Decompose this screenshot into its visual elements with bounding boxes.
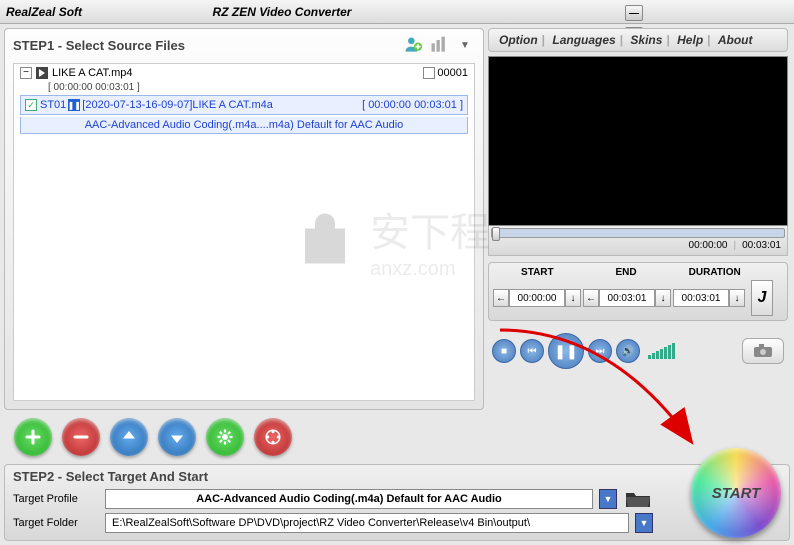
step2-header: STEP2 - Select Target And Start bbox=[13, 469, 781, 484]
dropdown-icon[interactable]: ▼ bbox=[455, 35, 475, 55]
jump-button[interactable]: J bbox=[751, 280, 773, 316]
end-left-button[interactable]: ← bbox=[583, 289, 599, 307]
start-input[interactable] bbox=[509, 289, 565, 307]
profile-field[interactable]: AAC-Advanced Audio Coding(.m4a) Default … bbox=[105, 489, 593, 509]
remove-button[interactable] bbox=[62, 418, 100, 456]
brand-label: RealZeal Soft bbox=[6, 5, 82, 19]
folder-label: Target Folder bbox=[13, 517, 99, 529]
end-input[interactable] bbox=[599, 289, 655, 307]
menu-skins[interactable]: Skins bbox=[630, 33, 662, 47]
file-checkbox[interactable] bbox=[423, 67, 435, 79]
play-pause-button[interactable]: ❚❚ bbox=[548, 333, 584, 369]
app-title: RZ ZEN Video Converter bbox=[82, 5, 482, 19]
folder-field[interactable]: E:\RealZealSoft\Software DP\DVD\project\… bbox=[105, 513, 629, 533]
settings-button[interactable] bbox=[206, 418, 244, 456]
end-label: END bbox=[582, 267, 671, 278]
stream-checkbox[interactable]: ✓ bbox=[25, 99, 37, 111]
folder-dropdown-button[interactable]: ▼ bbox=[635, 513, 653, 533]
add-user-icon[interactable] bbox=[403, 35, 423, 55]
start-right-button[interactable]: ↓ bbox=[565, 289, 581, 307]
stream-time: [ 00:00:00 00:03:01 ] bbox=[362, 99, 463, 111]
file-row[interactable]: − LIKE A CAT.mp4 00001 bbox=[14, 64, 474, 82]
time-total: 00:03:01 bbox=[742, 240, 781, 251]
volume-bars[interactable] bbox=[648, 343, 675, 359]
collapse-icon[interactable]: − bbox=[20, 67, 32, 79]
profile-folder-icon[interactable] bbox=[623, 488, 653, 510]
seek-thumb[interactable] bbox=[492, 227, 500, 241]
start-label: START bbox=[493, 267, 582, 278]
file-time: [ 00:00:00 00:03:01 ] bbox=[14, 82, 474, 93]
start-button-label: START bbox=[696, 453, 776, 533]
stream-name: [2020-07-13-16-09-07]LIKE A CAT.m4a bbox=[82, 99, 273, 111]
volume-button[interactable]: 🔊 bbox=[616, 339, 640, 363]
seek-slider[interactable] bbox=[491, 228, 785, 238]
time-current: 00:00:00 bbox=[689, 240, 728, 251]
pause-icon: ❚❚ bbox=[68, 99, 80, 111]
menu-languages[interactable]: Languages bbox=[552, 33, 615, 47]
move-up-button[interactable] bbox=[110, 418, 148, 456]
start-button[interactable]: START bbox=[691, 448, 781, 538]
duration-label: DURATION bbox=[670, 267, 759, 278]
file-counter: 00001 bbox=[437, 67, 468, 79]
profile-label: Target Profile bbox=[13, 493, 99, 505]
start-left-button[interactable]: ← bbox=[493, 289, 509, 307]
stream-profile: AAC-Advanced Audio Coding(.m4a....m4a) D… bbox=[20, 117, 468, 134]
file-name: LIKE A CAT.mp4 bbox=[52, 67, 133, 79]
menu-help[interactable]: Help bbox=[677, 33, 703, 47]
video-preview bbox=[488, 56, 788, 226]
play-icon bbox=[36, 67, 48, 79]
menu-bar: Option| Languages| Skins| Help| About bbox=[488, 28, 788, 52]
file-list: − LIKE A CAT.mp4 00001 [ 00:00:00 00:03:… bbox=[13, 63, 475, 401]
step1-header: STEP1 - Select Source Files bbox=[13, 38, 185, 53]
menu-about[interactable]: About bbox=[718, 33, 753, 47]
minimize-button[interactable]: — bbox=[625, 5, 643, 21]
add-button[interactable] bbox=[14, 418, 52, 456]
media-button[interactable] bbox=[254, 418, 292, 456]
stream-row[interactable]: ✓ ST01 ❚❚ [2020-07-13-16-09-07]LIKE A CA… bbox=[20, 95, 468, 115]
bars-icon[interactable] bbox=[429, 35, 449, 55]
move-down-button[interactable] bbox=[158, 418, 196, 456]
menu-option[interactable]: Option bbox=[499, 33, 538, 47]
end-right-button[interactable]: ↓ bbox=[655, 289, 671, 307]
prev-button[interactable]: ⏮ bbox=[520, 339, 544, 363]
duration-input[interactable] bbox=[673, 289, 729, 307]
next-button[interactable]: ⏭ bbox=[588, 339, 612, 363]
profile-dropdown-button[interactable]: ▼ bbox=[599, 489, 617, 509]
stream-id: ST01 bbox=[40, 99, 66, 111]
trim-panel: START END DURATION ←↓ ←↓ ↓ J bbox=[488, 262, 788, 321]
duration-down-button[interactable]: ↓ bbox=[729, 289, 745, 307]
snapshot-button[interactable] bbox=[742, 338, 784, 364]
stop-button[interactable]: ■ bbox=[492, 339, 516, 363]
